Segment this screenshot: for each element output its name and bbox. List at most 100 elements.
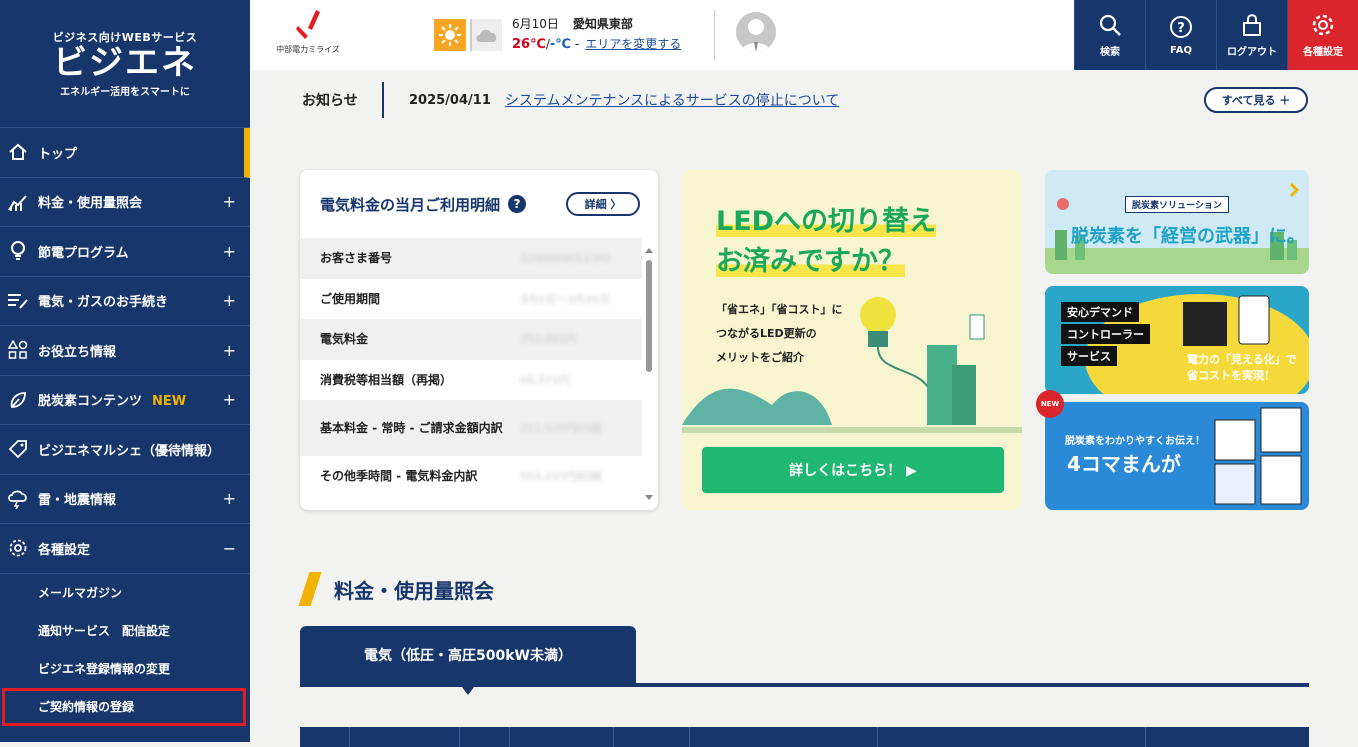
collapse-icon: − bbox=[222, 538, 236, 558]
manga-banner[interactable]: 脱炭素をわかりやすくお伝え！ 4コマまんが bbox=[1045, 402, 1309, 510]
row-label: 電気料金 bbox=[320, 332, 369, 347]
notice-link[interactable]: システムメンテナンスによるサービスの停止について bbox=[505, 90, 839, 110]
sidebar-item-label: 電気・ガスのお手続き bbox=[38, 295, 169, 311]
table-header-cell bbox=[510, 727, 614, 747]
cloudy-icon bbox=[470, 18, 502, 51]
bill-detail-button[interactable]: 詳細 〉 bbox=[566, 192, 640, 216]
svg-text:?: ? bbox=[1177, 21, 1185, 36]
sidebar-item-procedures[interactable]: 電気・ガスのお手続き + bbox=[0, 277, 250, 326]
table-row: 電気料金 752,881円 bbox=[300, 319, 642, 360]
expand-icon: + bbox=[222, 192, 236, 212]
sidebar-item-top[interactable]: トップ bbox=[0, 128, 250, 178]
search-label: 検索 bbox=[1100, 46, 1120, 58]
expand-icon: + bbox=[222, 291, 236, 311]
sidebar-item-label: 雷・地震情報 bbox=[38, 493, 117, 509]
sidebar-subitem-notification[interactable]: 通知サービス 配信設定 bbox=[0, 612, 250, 650]
banner-tag: 脱炭素ソリューション bbox=[1125, 196, 1229, 213]
sidebar-subitem-profile-change[interactable]: ビジエネ登録情報の変更 bbox=[0, 650, 250, 688]
top-bar: 中部電力ミライズ 6月10日 愛知県東部 26℃/-℃ - エリアを変更する 検索 … bbox=[250, 0, 1358, 70]
row-label: その他季時間 - 電気料金内訳 bbox=[320, 469, 478, 484]
banner-caption: 電力の「見える化」で 省コストを実現！ bbox=[1187, 353, 1297, 382]
banner-line-1: 安心デマンド bbox=[1061, 302, 1139, 322]
notice-title: お知らせ bbox=[302, 82, 384, 118]
sidebar-item-label: 脱炭素コンテンツ NEW bbox=[38, 394, 187, 410]
scroll-up-icon[interactable] bbox=[644, 246, 654, 254]
company-logo-mark bbox=[268, 8, 348, 44]
weather-info: 6月10日 愛知県東部 26℃/-℃ - エリアを変更する bbox=[512, 14, 681, 55]
expand-icon: + bbox=[222, 241, 236, 261]
table-row: 基本料金 - 常時 - ご請求金額内訳 211,520円05銭 bbox=[300, 400, 642, 456]
sunny-icon bbox=[434, 18, 466, 51]
thunder-cloud-icon bbox=[6, 487, 30, 511]
row-label: 消費税等相当額（再掲） bbox=[320, 372, 453, 387]
sidebar-subitem-contract-register[interactable]: ご契約情報の登録 bbox=[2, 687, 246, 726]
divider bbox=[714, 10, 715, 60]
bill-card-title: 電気料金の当月ご利用明細 bbox=[320, 195, 501, 214]
shapes-icon bbox=[6, 338, 30, 362]
section-title: 料金・使用量照会 bbox=[334, 578, 494, 603]
sidebar-item-label: ビジエネマルシェ（優待情報） bbox=[38, 443, 221, 459]
table-row: お客さま番号 1290004011302 bbox=[300, 238, 642, 279]
sidebar-subitem-mail-magazine[interactable]: メールマガジン bbox=[0, 574, 250, 612]
sidebar-item-billing[interactable]: 料金・使用量照会 + bbox=[0, 178, 250, 227]
faq-button[interactable]: ? FAQ bbox=[1145, 0, 1216, 70]
chart-icon bbox=[6, 190, 30, 214]
table-header-cell bbox=[614, 727, 690, 747]
search-button[interactable]: 検索 bbox=[1074, 0, 1145, 70]
led-promo-card[interactable]: LEDへの切り替え お済みですか？ 「省エネ」「省コスト」に つながるLED更新のメ… bbox=[682, 170, 1022, 510]
logout-button[interactable]: ログアウト bbox=[1216, 0, 1287, 70]
scroll-down-icon[interactable] bbox=[644, 494, 654, 502]
scrollbar-thumb[interactable] bbox=[646, 260, 652, 372]
avatar[interactable] bbox=[736, 12, 776, 52]
gear-icon bbox=[6, 536, 30, 560]
banner-line-3: サービス bbox=[1061, 346, 1117, 366]
tab-electricity[interactable]: 電気（低圧・高圧500kW未満） bbox=[300, 626, 636, 684]
row-value: 553,215円80銭 bbox=[520, 470, 602, 484]
decarbon-solution-banner[interactable]: 脱炭素ソリューション 脱炭素を「経営の武器」に。 bbox=[1045, 170, 1309, 274]
weather-date: 6月10日 bbox=[512, 17, 559, 31]
settings-button[interactable]: 各種設定 bbox=[1287, 0, 1358, 70]
section-accent bbox=[298, 572, 322, 606]
brand-logo[interactable]: ビジネス向けWEBサービス ビジエネ エネルギー活用をスマートに bbox=[0, 0, 250, 128]
question-icon: ? bbox=[1170, 15, 1192, 38]
banner-subtitle: 脱炭素をわかりやすくお伝え！ bbox=[1065, 436, 1205, 447]
section-header: 料金・使用量照会 bbox=[298, 572, 494, 606]
sidebar-item-power-saving[interactable]: 節電プログラム + bbox=[0, 227, 250, 277]
sidebar-item-label: お役立ち情報 bbox=[38, 344, 117, 360]
banner-title: 脱炭素を「経営の武器」に。 bbox=[1071, 226, 1305, 247]
brand-logo-text: ビジエネ bbox=[53, 43, 197, 84]
sidebar-item-label: 料金・使用量照会 bbox=[38, 196, 143, 212]
expand-icon: + bbox=[222, 340, 236, 360]
scrollbar[interactable] bbox=[644, 246, 654, 502]
lock-icon bbox=[1243, 13, 1261, 36]
table-header-cell bbox=[460, 727, 510, 747]
expand-icon: + bbox=[222, 489, 236, 509]
temp-low: -℃ bbox=[549, 37, 572, 52]
row-value: 752,881円 bbox=[520, 333, 577, 347]
row-value: 68,371円 bbox=[520, 373, 570, 387]
table-header-cell bbox=[350, 727, 460, 747]
change-area-link[interactable]: エリアを変更する bbox=[585, 37, 681, 51]
sidebar-item-marche[interactable]: ビジエネマルシェ（優待情報） bbox=[0, 425, 250, 475]
sidebar-item-useful-info[interactable]: お役立ち情報 + bbox=[0, 326, 250, 376]
table-header-cell bbox=[300, 727, 350, 747]
row-label: 基本料金 - 常時 - ご請求金額内訳 bbox=[320, 421, 503, 435]
company-logo[interactable]: 中部電力ミライズ bbox=[268, 8, 348, 55]
help-icon[interactable]: ? bbox=[508, 195, 527, 213]
sidebar-item-decarbon[interactable]: 脱炭素コンテンツ NEW + bbox=[0, 376, 250, 425]
banner-line-2: コントローラー bbox=[1061, 324, 1150, 344]
row-value: 211,520円05銭 bbox=[520, 422, 602, 435]
weather-widget: 6月10日 愛知県東部 26℃/-℃ - エリアを変更する bbox=[434, 14, 681, 55]
demand-controller-banner[interactable]: 安心デマンド コントローラー サービス 電力の「見える化」で 省コストを実現！ bbox=[1045, 286, 1309, 394]
led-detail-button[interactable]: 詳しくはこちら！ ▶ bbox=[702, 447, 1004, 493]
table-row: ご使用期間 3月1日～3月31日 bbox=[300, 279, 642, 320]
weather-area: 愛知県東部 bbox=[572, 17, 633, 31]
temp-dash: - bbox=[574, 37, 580, 51]
see-all-button[interactable]: すべて見る ＋ bbox=[1204, 87, 1308, 113]
led-headline: LEDへの切り替え お済みですか？ bbox=[716, 206, 937, 277]
sidebar-item-settings[interactable]: 各種設定 − bbox=[0, 524, 250, 574]
settings-label: 各種設定 bbox=[1303, 46, 1343, 58]
gear-icon bbox=[1312, 14, 1334, 35]
sidebar-item-weather-alerts[interactable]: 雷・地震情報 + bbox=[0, 475, 250, 524]
list-edit-icon bbox=[6, 289, 30, 313]
